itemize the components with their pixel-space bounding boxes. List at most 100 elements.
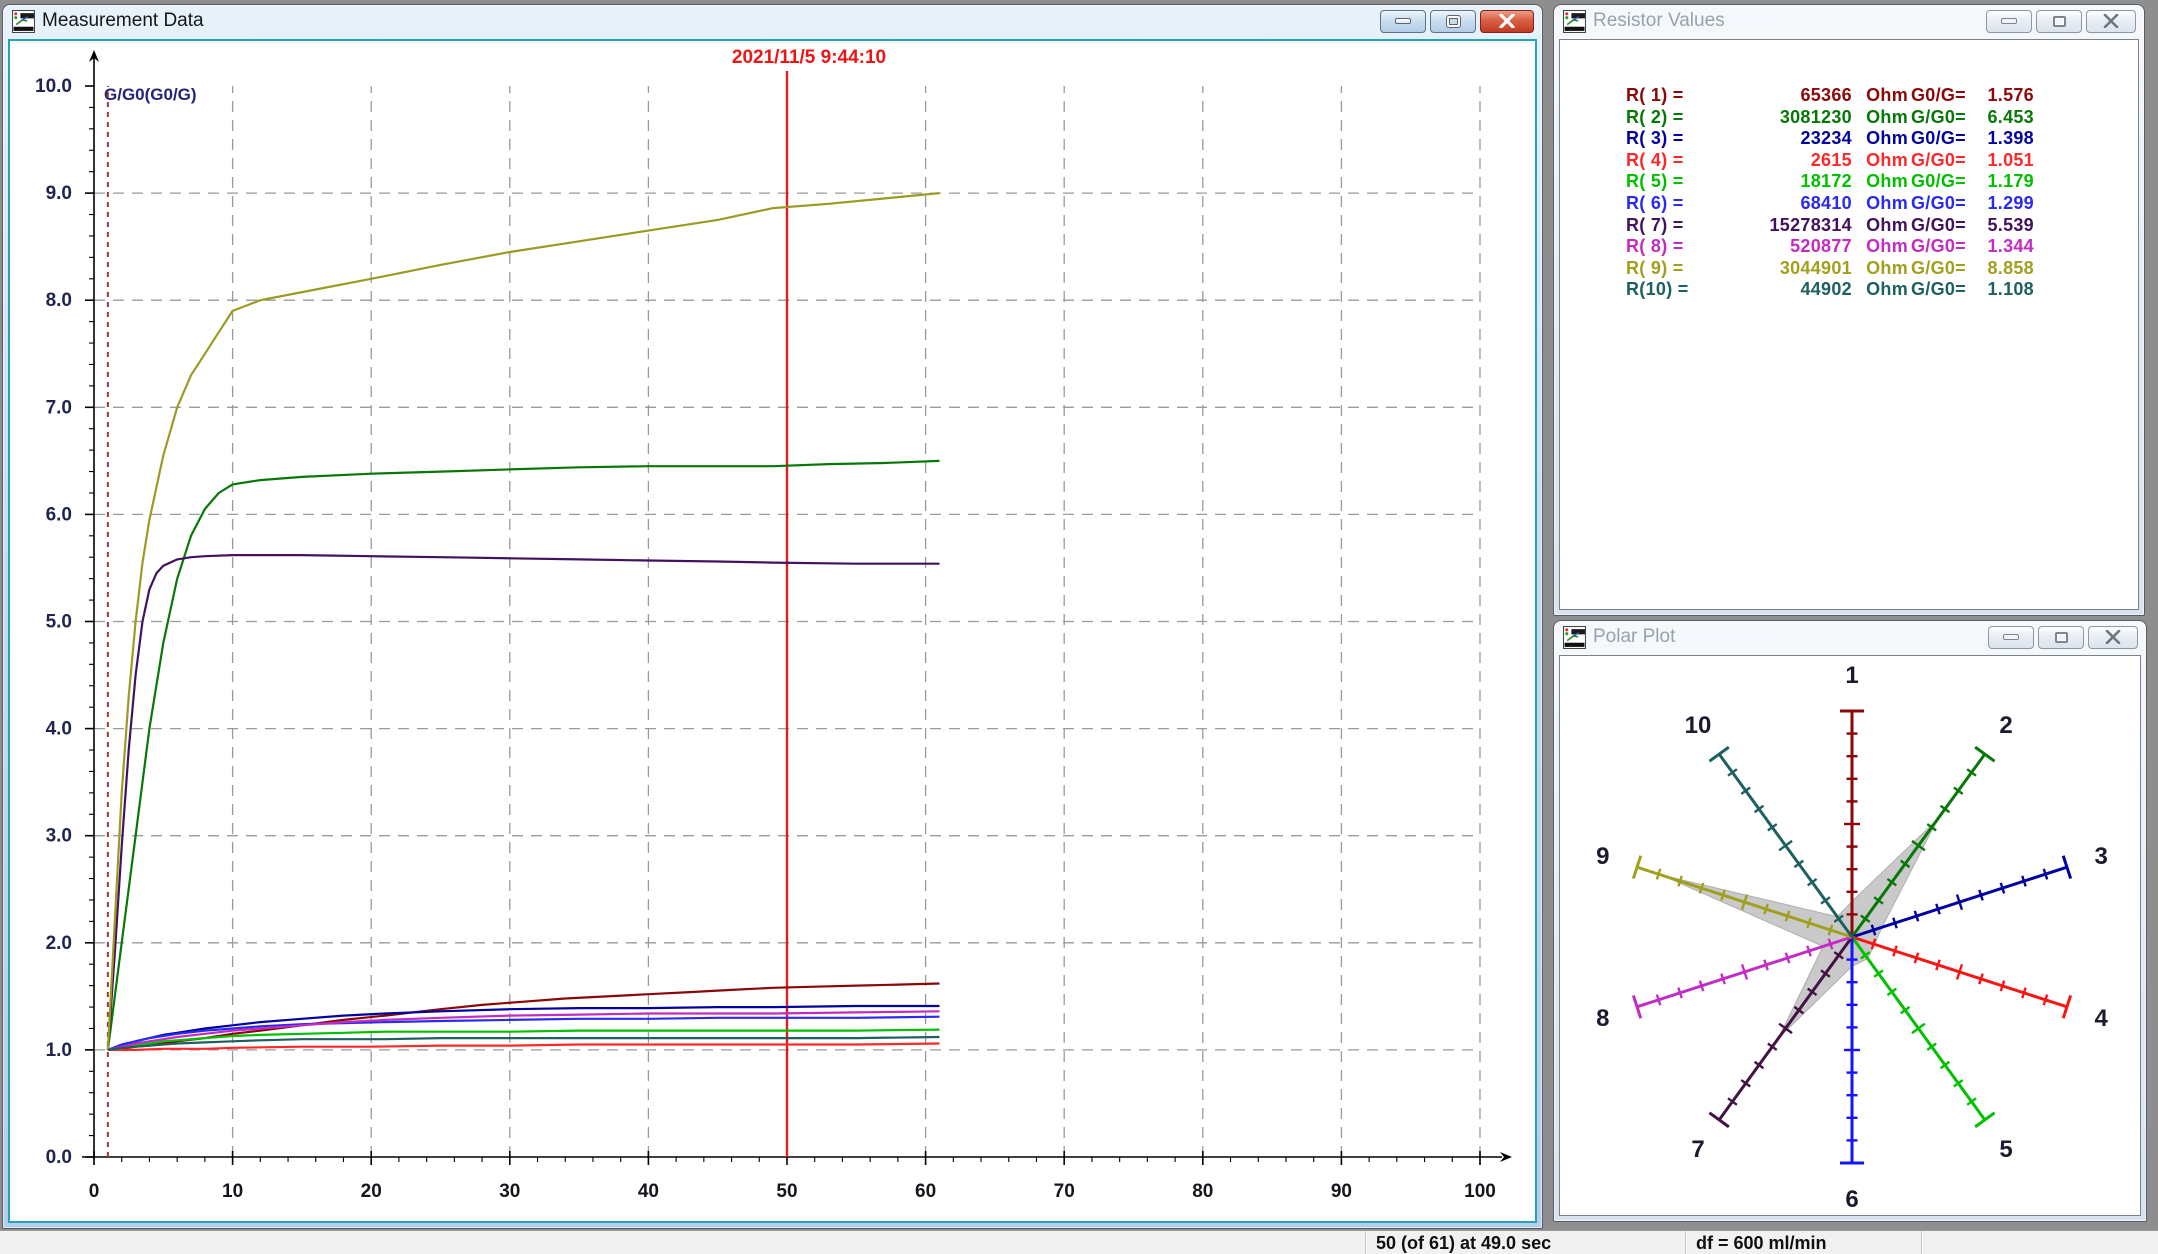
resistor-val: 68410 bbox=[1708, 193, 1852, 215]
y-tick-label: 9.0 bbox=[46, 183, 72, 204]
resistor-values-area: R( 1) =65366OhmG0/G=1.576R( 2) =3081230O… bbox=[1559, 39, 2139, 610]
y-tick-label: 7.0 bbox=[46, 397, 72, 418]
y-tick-label: 0.0 bbox=[46, 1147, 72, 1168]
y-tick-label: 8.0 bbox=[46, 290, 72, 311]
maximize-button[interactable] bbox=[2036, 10, 2082, 33]
polar-axis-tick bbox=[1786, 953, 1789, 963]
maximize-icon bbox=[2055, 632, 2068, 643]
resistor-lbl: R( 9) = bbox=[1626, 258, 1708, 280]
polar-axis-tick bbox=[1779, 841, 1792, 850]
resistor-unit: Ohm bbox=[1852, 150, 1908, 172]
plotter-app-icon bbox=[12, 10, 35, 33]
minimize-button[interactable] bbox=[1380, 10, 1426, 33]
resistor-rval: 1.179 bbox=[1966, 171, 2034, 193]
resistor-unit: Ohm bbox=[1852, 85, 1908, 107]
polar-axis-label-5: 5 bbox=[1999, 1136, 2012, 1163]
resistor-val: 3044901 bbox=[1708, 258, 1852, 280]
resistor-rval: 1.398 bbox=[1966, 128, 2034, 150]
polar-axis-tick bbox=[1893, 946, 1896, 956]
titlebar-polar-plot[interactable]: Polar Plot bbox=[1554, 621, 2146, 653]
polar-axis-label-9: 9 bbox=[1596, 843, 1609, 870]
polar-axis-tick bbox=[1936, 904, 1939, 914]
polar-axis-tick bbox=[1915, 953, 1918, 963]
plotter-app-icon bbox=[1563, 626, 1586, 649]
x-tick-label: 10 bbox=[222, 1181, 243, 1202]
y-axis-caption: G/G0(G0/G) bbox=[104, 85, 197, 104]
resistor-rlab: G/G0= bbox=[1908, 150, 1966, 172]
minimize-icon bbox=[2003, 634, 2019, 640]
resistor-unit: Ohm bbox=[1852, 279, 1908, 301]
y-tick-label: 4.0 bbox=[46, 719, 72, 740]
status-segment-flow: df = 600 ml/min bbox=[1686, 1231, 1922, 1254]
measurement-chart-area: 0.01.02.03.04.05.06.07.08.09.010.0010203… bbox=[8, 39, 1537, 1223]
polar-axis-label-7: 7 bbox=[1691, 1136, 1704, 1163]
minimize-button[interactable] bbox=[1986, 10, 2032, 33]
x-tick-label: 30 bbox=[499, 1181, 520, 1202]
status-segment-progress: 50 (of 61) at 49.0 sec bbox=[1366, 1231, 1686, 1254]
minimize-icon bbox=[1395, 18, 1411, 24]
x-tick-label: 60 bbox=[915, 1181, 936, 1202]
polar-axis-label-8: 8 bbox=[1596, 1005, 1609, 1032]
close-icon bbox=[2103, 14, 2119, 28]
polar-axis-tick bbox=[1893, 918, 1896, 928]
close-button[interactable] bbox=[2088, 626, 2138, 649]
timestamp-label: 2021/11/5 9:44:10 bbox=[732, 47, 886, 68]
polar-axis-tick bbox=[1975, 747, 1994, 761]
resistor-rlab: G0/G= bbox=[1908, 171, 1966, 193]
close-button[interactable] bbox=[2086, 10, 2136, 33]
status-segment-empty bbox=[1922, 1231, 2158, 1254]
resistor-rval: 1.051 bbox=[1966, 150, 2034, 172]
resistor-unit: Ohm bbox=[1852, 215, 1908, 237]
close-button[interactable] bbox=[1480, 10, 1534, 33]
curve-R4 bbox=[108, 1044, 940, 1050]
close-icon bbox=[2105, 630, 2121, 644]
resistor-rlab: G0/G= bbox=[1908, 128, 1966, 150]
x-tick-label: 20 bbox=[361, 1181, 382, 1202]
maximize-button[interactable] bbox=[1430, 10, 1476, 33]
minimize-button[interactable] bbox=[1988, 626, 2034, 649]
flow-text: df = 600 ml/min bbox=[1696, 1233, 1827, 1254]
polar-axis-label-3: 3 bbox=[2094, 843, 2107, 870]
polar-axis-tick bbox=[1979, 890, 1982, 900]
x-tick-label: 90 bbox=[1331, 1181, 1352, 1202]
resistor-row: R( 6) =68410OhmG/G0=1.299 bbox=[1560, 193, 2138, 215]
titlebar-measurement-data[interactable]: Measurement Data bbox=[3, 5, 1542, 37]
polar-axis-tick bbox=[1678, 876, 1681, 886]
x-tick-label: 100 bbox=[1464, 1181, 1496, 1202]
window-polar-plot: Polar Plot 12345678910 bbox=[1553, 620, 2147, 1222]
polar-axis-tick bbox=[1657, 869, 1660, 879]
polar-plot-area: 12345678910 bbox=[1559, 655, 2141, 1216]
resistor-unit: Ohm bbox=[1852, 193, 1908, 215]
resistor-rval: 8.858 bbox=[1966, 258, 2034, 280]
polar-axis-label-6: 6 bbox=[1845, 1186, 1858, 1213]
maximize-button[interactable] bbox=[2038, 626, 2084, 649]
resistor-lbl: R( 7) = bbox=[1626, 215, 1708, 237]
polar-axis-tick bbox=[1979, 974, 1982, 984]
resistor-unit: Ohm bbox=[1852, 128, 1908, 150]
resistor-rval: 6.453 bbox=[1966, 107, 2034, 129]
titlebar-resistor-values[interactable]: Resistor Values bbox=[1554, 5, 2144, 37]
resistor-lbl: R( 6) = bbox=[1626, 193, 1708, 215]
resistor-unit: Ohm bbox=[1852, 171, 1908, 193]
resistor-lbl: R( 3) = bbox=[1626, 128, 1708, 150]
polar-axis-tick bbox=[2001, 981, 2004, 991]
resistor-lbl: R( 5) = bbox=[1626, 171, 1708, 193]
x-tick-label: 80 bbox=[1192, 1181, 1213, 1202]
y-tick-label: 6.0 bbox=[46, 504, 72, 525]
resistor-val: 3081230 bbox=[1708, 107, 1852, 129]
maximize-icon bbox=[1447, 16, 1460, 27]
resistor-val: 44902 bbox=[1708, 279, 1852, 301]
resistor-val: 18172 bbox=[1708, 171, 1852, 193]
resistor-unit: Ohm bbox=[1852, 258, 1908, 280]
resistor-rlab: G/G0= bbox=[1908, 215, 1966, 237]
resistor-row: R( 8) =520877OhmG/G0=1.344 bbox=[1560, 236, 2138, 258]
resistor-row: R( 5) =18172OhmG0/G=1.179 bbox=[1560, 171, 2138, 193]
resistor-lbl: R( 8) = bbox=[1626, 236, 1708, 258]
resistor-rlab: G/G0= bbox=[1908, 258, 1966, 280]
polar-axis-tick bbox=[1700, 981, 1703, 991]
y-tick-label: 2.0 bbox=[46, 933, 72, 954]
resistor-row: R(10) =44902OhmG/G0=1.108 bbox=[1560, 279, 2138, 301]
polar-axis-label-10: 10 bbox=[1685, 712, 1712, 739]
minimize-icon bbox=[2001, 18, 2017, 24]
polar-axis-tick bbox=[1915, 911, 1918, 921]
